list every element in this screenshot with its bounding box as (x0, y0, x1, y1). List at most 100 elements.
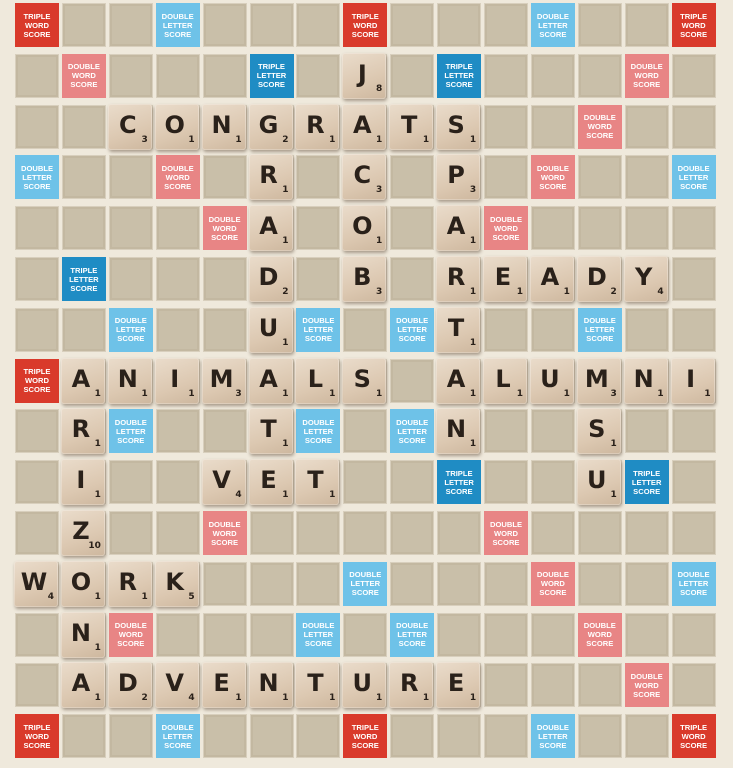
letter-tile[interactable]: V4 (154, 662, 199, 709)
tile-points: 1 (469, 388, 477, 399)
board-square (671, 409, 716, 454)
board-square (437, 511, 482, 555)
board-square (15, 104, 59, 149)
double-letter-square: DOUBLE LETTER SCORE (671, 155, 716, 200)
premium-label-line: SCORE (539, 29, 567, 39)
letter-tile[interactable]: D2 (248, 256, 293, 302)
letter-tile[interactable]: R1 (107, 560, 152, 607)
letter-tile[interactable]: N1 (107, 357, 152, 404)
letter-tile[interactable]: O1 (154, 103, 199, 150)
tile-points: 1 (563, 287, 570, 297)
letter-tile[interactable]: U1 (576, 459, 621, 506)
letter-tile[interactable]: C3 (107, 103, 152, 150)
letter-tile[interactable]: A1 (248, 205, 293, 252)
letter-tile[interactable]: L1 (483, 357, 527, 404)
letter-tile[interactable]: I1 (60, 459, 105, 506)
board-square (202, 612, 247, 657)
letter-tile[interactable]: S1 (342, 357, 387, 404)
letter-tile[interactable]: Y4 (623, 256, 668, 302)
letter-tile[interactable]: R1 (436, 256, 481, 302)
letter-tile[interactable]: Z 10 (60, 510, 105, 556)
tile-points: 1 (516, 388, 523, 399)
premium-label-line: WORD (212, 528, 237, 538)
board-square (155, 257, 200, 301)
board-square (15, 460, 59, 505)
double-word-square: DOUBLE WORD SCORE (577, 104, 622, 149)
letter-tile[interactable]: A1 (436, 357, 481, 404)
letter-tile[interactable]: N1 (248, 662, 293, 709)
letter-tile[interactable]: O1 (60, 560, 105, 607)
letter-tile[interactable]: T1 (295, 662, 340, 709)
letter-tile[interactable]: N1 (60, 611, 105, 658)
letter-tile[interactable]: G2 (248, 103, 293, 150)
double-letter-square: DOUBLE LETTER SCORE (530, 714, 575, 759)
letter-tile[interactable]: D2 (576, 256, 621, 302)
letter-tile[interactable]: P3 (436, 154, 481, 201)
letter-tile[interactable]: T1 (248, 408, 293, 455)
letter-tile[interactable]: U1 (529, 357, 574, 404)
letter-tile[interactable]: M3 (201, 357, 246, 404)
double-letter-square: DOUBLE LETTER SCORE (108, 307, 153, 352)
letter-tile[interactable]: W4 (14, 560, 58, 607)
letter-tile[interactable]: N1 (436, 408, 481, 455)
letter-tile[interactable]: E1 (483, 256, 527, 302)
letter-tile[interactable]: E1 (436, 662, 481, 709)
tile-points: 1 (94, 693, 101, 704)
letter-tile[interactable]: R1 (60, 408, 105, 455)
letter-tile[interactable]: T1 (295, 459, 340, 506)
letter-tile[interactable]: U1 (342, 662, 387, 709)
letter-tile[interactable]: B3 (342, 256, 387, 302)
letter-tile[interactable]: S1 (436, 103, 481, 150)
letter-tile[interactable]: N1 (623, 357, 668, 404)
board-square (202, 155, 247, 200)
letter-tile[interactable]: T1 (436, 306, 481, 353)
premium-label-line: LETTER (303, 325, 334, 335)
letter-tile[interactable]: A1 (60, 662, 105, 709)
premium-label-line: LETTER (162, 20, 193, 30)
letter-tile[interactable]: A1 (248, 357, 293, 404)
board-square (249, 561, 294, 606)
double-word-square: DOUBLE WORD SCORE (61, 53, 106, 98)
double-word-square: DOUBLE WORD SCORE (155, 155, 200, 200)
letter-tile[interactable]: K5 (154, 560, 199, 607)
letter-tile[interactable]: U1 (248, 306, 293, 353)
letter-tile[interactable]: S1 (576, 408, 621, 455)
board-square (671, 307, 716, 352)
letter-tile[interactable]: I1 (154, 357, 199, 404)
letter-tile[interactable]: E1 (201, 662, 246, 709)
letter-tile[interactable]: J8 (342, 52, 387, 99)
board-square (624, 561, 669, 606)
tile-points: 4 (47, 591, 54, 602)
double-word-square: DOUBLE WORD SCORE (202, 511, 247, 555)
double-letter-square: DOUBLE LETTER SCORE (343, 561, 388, 606)
letter-tile[interactable]: L1 (295, 357, 340, 404)
letter-tile[interactable]: A1 (342, 103, 387, 150)
letter-tile[interactable]: R1 (295, 103, 340, 150)
letter-tile[interactable]: M3 (576, 357, 621, 404)
letter-tile[interactable]: I1 (670, 357, 715, 404)
premium-label-line: SCORE (164, 181, 192, 191)
board-square (61, 155, 106, 200)
letter-tile[interactable]: T1 (389, 103, 434, 150)
double-letter-square: DOUBLE LETTER SCORE (296, 409, 341, 454)
premium-label-line: LETTER (444, 71, 474, 81)
tile-points: 1 (282, 693, 289, 704)
letter-tile[interactable]: R1 (248, 154, 293, 201)
letter-tile[interactable]: N1 (201, 103, 246, 150)
letter-tile[interactable]: A1 (436, 205, 481, 252)
letter-tile[interactable]: E1 (248, 459, 293, 506)
letter-tile[interactable]: R1 (389, 662, 434, 709)
letter-tile[interactable]: A1 (60, 357, 105, 404)
letter-tile[interactable]: V4 (201, 459, 246, 506)
letter-tile[interactable]: A1 (529, 256, 574, 302)
triple-letter-square: TRIPLE LETTER SCORE (624, 460, 669, 505)
letter-tile[interactable]: D2 (107, 662, 152, 709)
double-word-square: DOUBLE WORD SCORE (577, 612, 622, 657)
tile-points: 1 (376, 388, 383, 399)
letter-tile[interactable]: O1 (342, 205, 387, 252)
letter-tile[interactable]: C3 (342, 154, 387, 201)
board-square (577, 3, 622, 47)
premium-label-line: SCORE (586, 639, 614, 649)
premium-label-line: SCORE (164, 29, 192, 39)
premium-label-line: WORD (353, 731, 378, 741)
